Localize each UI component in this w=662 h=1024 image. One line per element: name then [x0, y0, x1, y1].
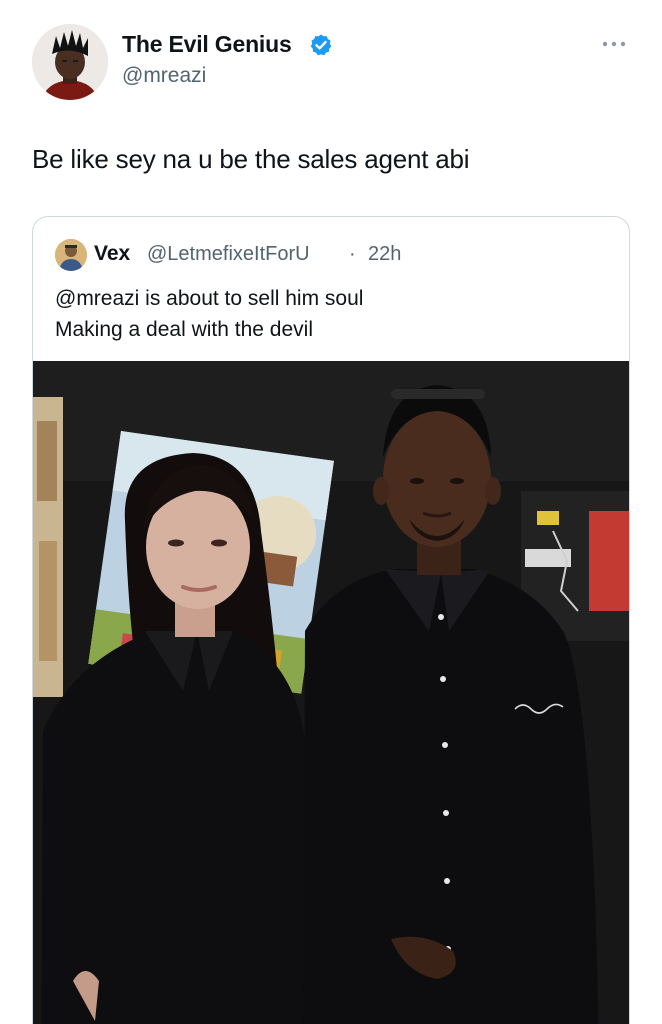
tweet-screenshot: The Evil Genius @mreazi Be like sey na u… [0, 0, 662, 1024]
quoted-author-avatar[interactable] [55, 239, 87, 271]
quoted-author-handle[interactable]: @LetmefixeItForU [147, 243, 310, 266]
quoted-tweet-card[interactable]: Vex @LetmefixeItForU · 22h @mreazi is ab… [32, 216, 630, 1024]
quoted-photo[interactable] [33, 361, 629, 1024]
more-horizontal-icon[interactable] [598, 34, 630, 54]
quoted-author-display-name[interactable]: Vex [94, 242, 130, 266]
author-avatar[interactable] [32, 24, 108, 100]
quoted-author-avatar-image [55, 239, 87, 271]
verified-badge-icon [310, 34, 332, 56]
author-avatar-image [32, 24, 108, 100]
tweet-text: Be like sey na u be the sales agent abi [32, 144, 470, 174]
quoted-meta-separator: · [349, 243, 356, 265]
author-handle[interactable]: @mreazi [122, 64, 206, 88]
author-display-name[interactable]: The Evil Genius [122, 31, 292, 58]
quoted-text-line: Making a deal with the devil [55, 318, 313, 341]
quoted-timestamp[interactable]: 22h [368, 243, 401, 266]
quoted-text-line: @mreazi is about to sell him soul [55, 287, 364, 310]
quoted-photo-image [33, 361, 629, 1024]
